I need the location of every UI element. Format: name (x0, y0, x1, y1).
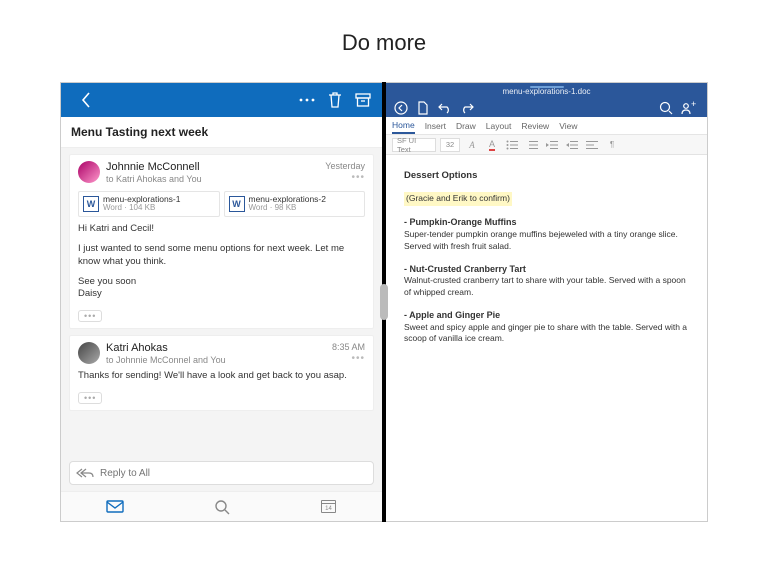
attachment-meta: Word · 104 KB (103, 204, 180, 213)
message-body: Hi Katri and Cecil! I just wanted to sen… (78, 223, 365, 301)
more-options-icon[interactable] (296, 89, 318, 111)
item-title: - Apple and Ginger Pie (404, 309, 689, 322)
tab-view[interactable]: View (559, 119, 577, 133)
numbering-icon[interactable] (524, 138, 540, 152)
attachment[interactable]: W menu-explorations-2 Word · 98 KB (224, 191, 366, 217)
message-time: 8:35 AM (332, 342, 365, 353)
outlook-header (61, 83, 382, 117)
item-desc: Sweet and spicy apple and ginger pie to … (404, 322, 689, 346)
calendar-day-number: 14 (325, 506, 332, 512)
word-file-icon: W (83, 196, 99, 212)
tab-home[interactable]: Home (392, 118, 415, 134)
archive-icon[interactable] (352, 89, 374, 111)
message-more-icon[interactable]: ••• (325, 172, 365, 184)
message-from: Johnnie McConnell (106, 161, 319, 174)
font-name-select[interactable]: SF UI Text (392, 138, 436, 152)
word-file-icon: W (229, 196, 245, 212)
align-icon[interactable] (584, 138, 600, 152)
indent-icon[interactable] (564, 138, 580, 152)
tab-layout[interactable]: Layout (486, 119, 512, 133)
email-subject: Menu Tasting next week (61, 117, 382, 148)
avatar (78, 161, 100, 183)
outdent-icon[interactable] (544, 138, 560, 152)
redo-icon[interactable] (458, 99, 476, 117)
avatar (78, 342, 100, 364)
share-icon[interactable]: + (679, 99, 697, 117)
item-desc: Walnut-crusted cranberry tart to share w… (404, 275, 689, 299)
item-title: - Nut-Crusted Cranberry Tart (404, 263, 689, 276)
reply-input[interactable] (100, 468, 373, 479)
message-to: to Johnnie McConnel and You (106, 355, 326, 366)
expand-quoted-icon[interactable]: ••• (78, 310, 102, 322)
styles-icon[interactable]: ¶ (604, 138, 620, 152)
svg-text:+: + (691, 101, 696, 109)
split-view: Menu Tasting next week Johnnie McConnell… (0, 82, 768, 576)
file-menu-icon[interactable] (414, 99, 432, 117)
doc-highlighted-note: (Gracie and Erik to confirm) (404, 192, 512, 206)
tab-insert[interactable]: Insert (425, 119, 446, 133)
item-desc: Super-tender pumpkin orange muffins beje… (404, 229, 689, 253)
outlook-pane: Menu Tasting next week Johnnie McConnell… (60, 82, 382, 522)
split-divider[interactable] (382, 82, 386, 522)
message-card[interactable]: Katri Ahokas to Johnnie McConnel and You… (69, 335, 374, 411)
message-time: Yesterday (325, 161, 365, 172)
mail-tab-icon[interactable] (104, 497, 126, 517)
message-more-icon[interactable]: ••• (332, 353, 365, 365)
message-body: Thanks for sending! We'll have a look an… (78, 370, 365, 383)
search-tab-icon[interactable] (211, 497, 233, 517)
ribbon-toolbar: SF UI Text 32 A A ¶ (386, 135, 707, 155)
attachment[interactable]: W menu-explorations-1 Word · 104 KB (78, 191, 220, 217)
font-style-icon[interactable]: A (464, 138, 480, 152)
item-title: - Pumpkin-Orange Muffins (404, 216, 689, 229)
expand-quoted-icon[interactable]: ••• (78, 392, 102, 404)
message-card[interactable]: Johnnie McConnell to Katri Ahokas and Yo… (69, 154, 374, 329)
tab-draw[interactable]: Draw (456, 119, 476, 133)
document-filename: menu-explorations-1.doc (502, 87, 590, 96)
delete-icon[interactable] (324, 89, 346, 111)
font-color-icon[interactable]: A (484, 138, 500, 152)
word-header: menu-explorations-1.doc + (386, 83, 707, 117)
doc-heading: Dessert Options (404, 169, 689, 182)
back-button[interactable] (392, 99, 410, 117)
outlook-footer: 14 (61, 491, 382, 521)
undo-icon[interactable] (436, 99, 454, 117)
search-icon[interactable] (657, 99, 675, 117)
back-button[interactable] (75, 89, 97, 111)
page-title: Do more (0, 0, 768, 82)
reply-bar[interactable] (69, 461, 374, 485)
message-from: Katri Ahokas (106, 342, 326, 355)
bullets-icon[interactable] (504, 138, 520, 152)
ribbon-tabs: Home Insert Draw Layout Review View (386, 117, 707, 135)
font-size-select[interactable]: 32 (440, 138, 460, 152)
message-to: to Katri Ahokas and You (106, 174, 319, 185)
reply-all-icon[interactable] (70, 468, 100, 478)
outlook-body: Menu Tasting next week Johnnie McConnell… (61, 117, 382, 491)
tab-review[interactable]: Review (521, 119, 549, 133)
attachment-meta: Word · 98 KB (249, 204, 326, 213)
document-canvas[interactable]: Dessert Options (Gracie and Erik to conf… (386, 155, 707, 521)
calendar-tab-icon[interactable]: 14 (318, 497, 340, 517)
word-pane: menu-explorations-1.doc + Home Insert Dr… (386, 82, 708, 522)
